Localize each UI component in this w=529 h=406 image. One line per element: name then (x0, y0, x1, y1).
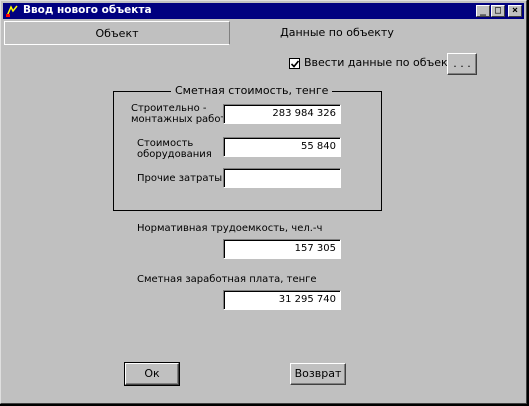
equipment-label-line2: оборудования (137, 149, 212, 160)
tab-object[interactable]: Объект (4, 21, 230, 45)
ok-button[interactable]: Ок (124, 362, 180, 386)
cmr-label-line2: монтажных работ (131, 114, 227, 125)
window-title: Ввод нового объекта (23, 4, 152, 16)
labor-label: Нормативная трудоемкость, чел.-ч (137, 223, 323, 234)
enter-data-checkbox-row[interactable]: Ввести данные по объекту (289, 56, 461, 69)
other-costs-label: Прочие затраты (137, 173, 223, 184)
cmr-label-line1: Строительно - (131, 103, 207, 114)
cost-group-title: Сметная стоимость, тенге (171, 84, 333, 97)
title-bar[interactable]: Ввод нового объекта _ □ × (3, 3, 524, 19)
app-icon (5, 4, 19, 18)
enter-data-label: Ввести данные по объекту (304, 56, 461, 69)
enter-data-checkbox[interactable] (289, 57, 300, 69)
ellipsis-button[interactable]: . . . (447, 53, 477, 75)
back-button[interactable]: Возврат (290, 363, 346, 385)
maximize-button[interactable]: □ (491, 5, 505, 17)
salary-field[interactable]: 31 295 740 (223, 290, 341, 310)
dialog-window: Ввод нового объекта _ □ × Объект Данные … (0, 0, 527, 404)
equipment-label-line1: Стоимость (137, 138, 194, 149)
equipment-cost-field[interactable]: 55 840 (223, 137, 341, 157)
labor-field[interactable]: 157 305 (223, 239, 341, 259)
cmr-cost-field[interactable]: 283 984 326 (223, 104, 341, 124)
check-icon (290, 59, 300, 68)
close-button[interactable]: × (508, 5, 522, 17)
minimize-button[interactable]: _ (476, 5, 490, 17)
salary-label: Сметная заработная плата, тенге (137, 274, 317, 285)
other-costs-field[interactable] (223, 168, 341, 188)
tab-object-data[interactable]: Данные по объекту (230, 21, 444, 45)
